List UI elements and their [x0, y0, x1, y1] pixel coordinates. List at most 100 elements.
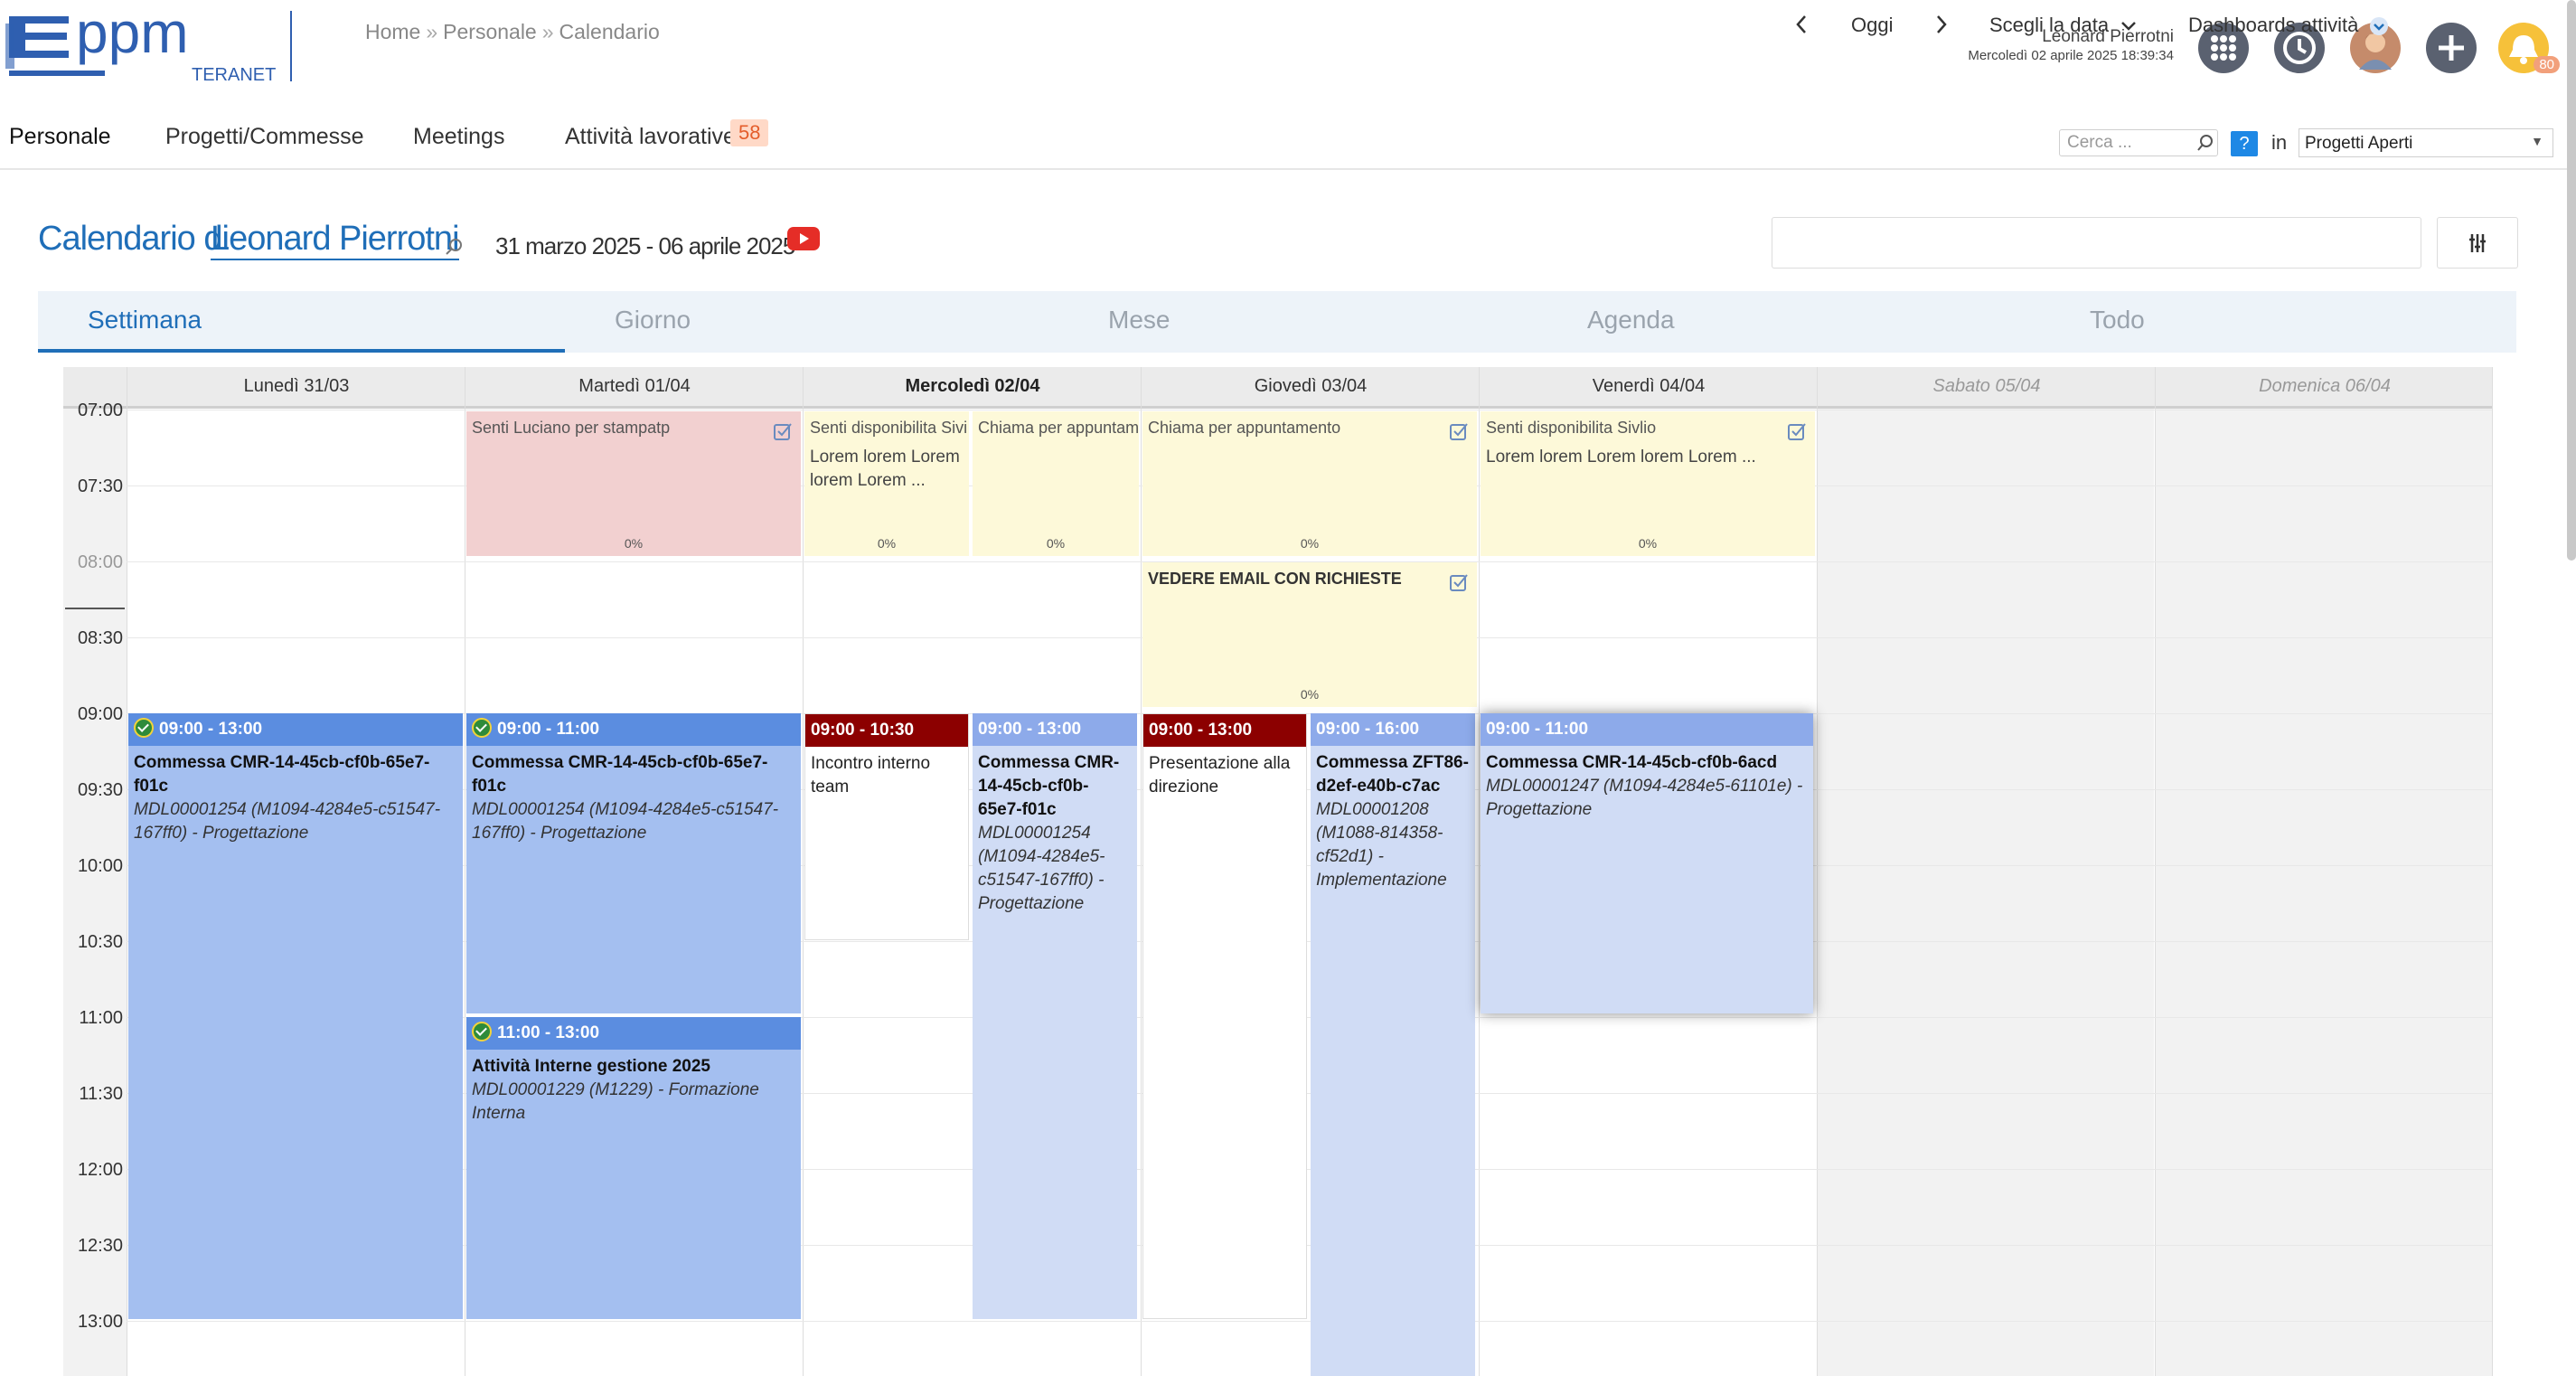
search-in-label: in: [2271, 131, 2288, 154]
chevron-circle-down-icon: [2370, 17, 2389, 36]
sliders-icon: [2469, 234, 2486, 252]
nav-personale[interactable]: Personale: [9, 124, 111, 150]
check-circle-icon: [472, 718, 492, 739]
prev-week-button[interactable]: [1794, 14, 1809, 41]
task-card[interactable]: Senti Luciano per stampatp 0%: [466, 411, 801, 556]
weekend-column-saturday[interactable]: [1817, 409, 2154, 1376]
breadcrumb-personale[interactable]: Personale: [443, 20, 537, 43]
event-time: 09:00 - 13:00: [159, 720, 263, 739]
pick-date-button[interactable]: Scegli la data: [1989, 14, 2138, 37]
event-card[interactable]: 09:00 - 10:30 Incontro interno team: [804, 713, 969, 940]
time-label: 08:00: [77, 552, 123, 572]
search-icon[interactable]: [2196, 134, 2214, 156]
check-circle-icon: [134, 718, 154, 739]
event-card[interactable]: 09:00 - 11:00 Commessa CMR-14-45cb-cf0b-…: [1481, 713, 1813, 1013]
current-time-line: [65, 608, 125, 609]
tab-todo[interactable]: Todo: [2090, 306, 2145, 335]
grid-row-line: [127, 1321, 2492, 1322]
event-card[interactable]: 09:00 - 13:00 Commessa CMR-14-45cb-cf0b-…: [973, 713, 1137, 1319]
task-card[interactable]: Chiama per appuntamento 0%: [1142, 411, 1477, 556]
event-time-header: 09:00 - 11:00: [1481, 713, 1813, 746]
current-datetime: Mercoledì 02 aprile 2025 18:39:34: [1968, 48, 2174, 63]
event-time-header: 09:00 - 10:30: [805, 714, 968, 747]
task-title: Senti disponibilita Sivi: [810, 419, 968, 437]
calendar-toolbar: [1772, 217, 2421, 269]
task-checkbox-icon[interactable]: [1450, 422, 1468, 440]
tab-settimana[interactable]: Settimana: [88, 306, 202, 335]
weekend-column-sunday[interactable]: [2155, 409, 2492, 1376]
event-card[interactable]: 09:00 - 13:00 Presentazione alla direzio…: [1142, 713, 1307, 1319]
task-progress: 0%: [1638, 536, 1658, 551]
breadcrumb-calendario: Calendario: [559, 20, 660, 43]
event-time-header: 09:00 - 11:00: [466, 713, 801, 746]
event-title: Attività Interne gestione 2025: [472, 1057, 710, 1076]
task-card[interactable]: Chiama per appuntam 0%: [973, 411, 1139, 556]
dashboards-dropdown[interactable]: Dashboards attività: [2188, 14, 2389, 37]
time-label: 13:00: [77, 1312, 123, 1332]
task-checkbox-icon[interactable]: [1788, 422, 1806, 440]
event-card[interactable]: 09:00 - 13:00 Commessa CMR-14-45cb-cf0b-…: [128, 713, 463, 1319]
event-time: 09:00 - 13:00: [1149, 721, 1253, 740]
task-card[interactable]: VEDERE EMAIL CON RICHIESTE 0%: [1142, 562, 1477, 707]
grid-column-line: [1141, 367, 1142, 1376]
event-time: 09:00 - 11:00: [497, 720, 600, 739]
check-circle-icon: [472, 1022, 492, 1042]
date-range: 31 marzo 2025 - 06 aprile 2025: [495, 232, 795, 259]
view-settings-button[interactable]: [2437, 217, 2518, 269]
nav-attivita-lavorative[interactable]: Attività lavorative: [565, 124, 736, 150]
day-header-wed[interactable]: Mercoledì 02/04: [804, 376, 1141, 397]
grid-column-line: [1479, 367, 1480, 1376]
day-header-mon[interactable]: Lunedì 31/03: [128, 376, 465, 397]
time-label: 11:00: [79, 1008, 123, 1028]
day-header-tue[interactable]: Martedì 01/04: [466, 376, 803, 397]
event-card[interactable]: 09:00 - 16:00 Commessa ZFT86-d2ef-e40b-c…: [1311, 713, 1475, 1376]
calendar-owner-link[interactable]: Leonard Pierrotni: [211, 220, 460, 260]
page-title: Calendario di: [38, 220, 230, 258]
task-checkbox-icon[interactable]: [1450, 573, 1468, 591]
owner-search-icon[interactable]: [444, 237, 464, 261]
event-card[interactable]: 11:00 - 13:00 Attività Interne gestione …: [466, 1017, 801, 1319]
time-label: 11:30: [79, 1084, 123, 1104]
event-time-header: 11:00 - 13:00: [466, 1017, 801, 1050]
time-label: 09:30: [77, 780, 123, 800]
event-time: 09:00 - 13:00: [978, 720, 1082, 739]
event-time: 09:00 - 11:00: [1486, 720, 1589, 739]
active-tab-indicator: [38, 349, 565, 353]
event-card[interactable]: 09:00 - 11:00 Commessa CMR-14-45cb-cf0b-…: [466, 713, 801, 1013]
event-detail: MDL00001254 (M1094-4284e5-c51547-167ff0)…: [472, 800, 779, 843]
app-logo[interactable]: ppm TERANET: [5, 0, 295, 85]
youtube-icon[interactable]: [787, 227, 820, 250]
tab-giorno[interactable]: Giorno: [615, 306, 691, 335]
event-time: 09:00 - 10:30: [811, 721, 915, 740]
nav-divider: [0, 168, 2576, 170]
tab-mese[interactable]: Mese: [1108, 306, 1170, 335]
event-detail: MDL00001247 (M1094-4284e5-61101e) - Prog…: [1486, 777, 1803, 819]
breadcrumb-home[interactable]: Home: [365, 20, 420, 43]
nav-meetings[interactable]: Meetings: [413, 124, 504, 150]
search-input[interactable]: Cerca ...: [2059, 129, 2218, 156]
event-title: Commessa CMR-14-45cb-cf0b-65e7-f01c: [134, 753, 430, 796]
day-header-thu[interactable]: Giovedì 03/04: [1142, 376, 1479, 397]
today-button[interactable]: Oggi: [1851, 14, 1893, 37]
breadcrumb: Home» Personale» Calendario: [365, 20, 660, 43]
task-progress: 0%: [1046, 536, 1066, 551]
task-card[interactable]: Senti disponibilita Sivi Lorem lorem Lor…: [804, 411, 969, 556]
tab-agenda[interactable]: Agenda: [1587, 306, 1675, 335]
page-scrollbar[interactable]: [2567, 0, 2576, 561]
nav-progetti-commesse[interactable]: Progetti/Commesse: [165, 124, 364, 150]
add-icon[interactable]: [2426, 23, 2477, 73]
project-scope-select[interactable]: Progetti Aperti ▼: [2299, 128, 2553, 157]
day-header-sat[interactable]: Sabato 05/04: [1819, 376, 2155, 397]
task-card[interactable]: Senti disponibilita Sivlio Lorem lorem L…: [1481, 411, 1815, 556]
chevron-down-icon: ▼: [2531, 134, 2543, 148]
notification-count: 80: [2534, 56, 2560, 73]
search-help-button[interactable]: ?: [2231, 131, 2258, 156]
event-time-header: 09:00 - 16:00: [1311, 713, 1475, 746]
day-header-sun[interactable]: Domenica 06/04: [2157, 376, 2493, 397]
day-header-fri[interactable]: Venerdì 04/04: [1481, 376, 1817, 397]
event-time: 09:00 - 16:00: [1316, 720, 1420, 739]
task-checkbox-icon[interactable]: [774, 422, 792, 440]
event-title: Commessa CMR-14-45cb-cf0b-65e7-f01c: [472, 753, 768, 796]
time-label: 10:00: [77, 856, 123, 876]
next-week-button[interactable]: [1934, 14, 1949, 41]
